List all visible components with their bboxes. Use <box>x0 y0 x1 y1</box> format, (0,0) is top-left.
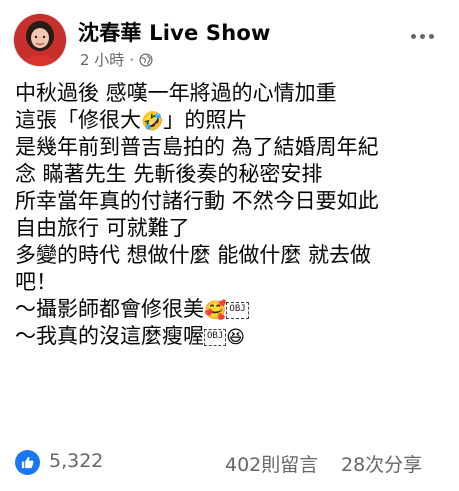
post-line: 吧！ <box>15 270 57 294</box>
post-line: 是幾年前到普吉島拍的 為了結婚周年紀 <box>15 135 379 159</box>
post-line: ～攝影師都會修很美🥰 OBJ <box>15 296 451 323</box>
post-timestamp[interactable]: 2 小時 <box>80 49 124 70</box>
post-line: 多變的時代 想做什麼 能做什麼 就去做 <box>15 243 372 267</box>
post-line: 自由旅行 可就難了 <box>15 216 190 240</box>
page-name-link[interactable]: 沈春華 Live Show <box>78 17 271 47</box>
smiling-hearts-emoji-icon: 🥰 <box>204 300 227 321</box>
object-placeholder-icon: OBJ <box>226 301 249 319</box>
share-count-link[interactable]: 28次分享 <box>341 450 422 477</box>
post-line: 念 瞞著先生 先斬後奏的秘密安排 <box>15 162 323 186</box>
dot-icon <box>428 33 434 39</box>
post-line: ～我真的沒這麼瘦喔 OBJ 😆 <box>15 323 451 350</box>
post-line: 中秋過後 感嘆一年將過的心情加重 <box>15 81 337 105</box>
post-footer: 5,322 402則留言 28次分享 <box>0 444 459 480</box>
more-options-button[interactable] <box>404 22 440 50</box>
laughing-emoji-icon: 😆 <box>226 327 246 348</box>
meta-separator: · <box>129 50 135 69</box>
object-placeholder-icon: OBJ <box>204 328 227 346</box>
post-line: 所幸當年真的付諸行動 不然今日要如此 <box>15 189 379 213</box>
post-header: 沈春華 Live Show 2 小時 · <box>0 0 459 70</box>
post-meta: 2 小時 · <box>80 49 153 70</box>
page-avatar[interactable] <box>14 14 66 66</box>
dot-icon <box>419 33 425 39</box>
globe-icon <box>139 52 153 67</box>
post-text: 中秋過後 感嘆一年將過的心情加重 這張「修很大🤣」的照片 是幾年前到普吉島拍的 … <box>15 80 451 350</box>
dot-icon <box>410 33 416 39</box>
reaction-count[interactable]: 5,322 <box>49 450 103 472</box>
like-reaction-icon[interactable] <box>15 450 40 475</box>
rofl-emoji-icon: 🤣 <box>141 111 164 132</box>
post-line: 這張「修很大🤣」的照片 <box>15 107 451 134</box>
comment-count-link[interactable]: 402則留言 <box>225 450 318 477</box>
